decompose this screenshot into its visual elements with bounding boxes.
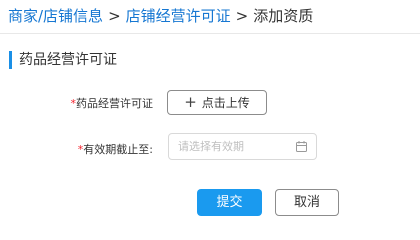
expiry-label-text: 有效期截止至:: [83, 143, 153, 156]
breadcrumb-separator: >: [108, 7, 121, 25]
license-label-text: 药品经营许可证: [76, 97, 153, 110]
breadcrumb-link-merchant-store-info[interactable]: 商家/店铺信息: [8, 7, 103, 25]
section-title: 药品经营许可证: [9, 51, 117, 69]
upload-button[interactable]: + 点击上传: [167, 90, 267, 115]
expiry-field-label: *有效期截止至:: [78, 141, 153, 157]
calendar-icon: [296, 141, 307, 152]
submit-button[interactable]: 提交: [197, 189, 262, 216]
breadcrumb-current: 添加资质: [253, 7, 314, 25]
breadcrumb-separator: >: [235, 7, 249, 25]
license-field-label: *药品经营许可证: [71, 95, 154, 111]
cancel-button[interactable]: 取消: [275, 189, 339, 216]
plus-icon: +: [184, 93, 197, 111]
expiry-date-picker[interactable]: 请选择有效期: [168, 133, 317, 160]
add-qualification-page: 商家/店铺信息 > 店铺经营许可证 > 添加资质 药品经营许可证 *药品经营许可证 + …: [0, 0, 420, 227]
breadcrumb: 商家/店铺信息 > 店铺经营许可证 > 添加资质: [8, 3, 313, 29]
upload-button-label: 点击上传: [201, 96, 250, 110]
breadcrumb-link-store-license[interactable]: 店铺经营许可证: [126, 7, 231, 25]
expiry-date-placeholder: 请选择有效期: [178, 140, 244, 153]
header-divider: [0, 33, 420, 34]
